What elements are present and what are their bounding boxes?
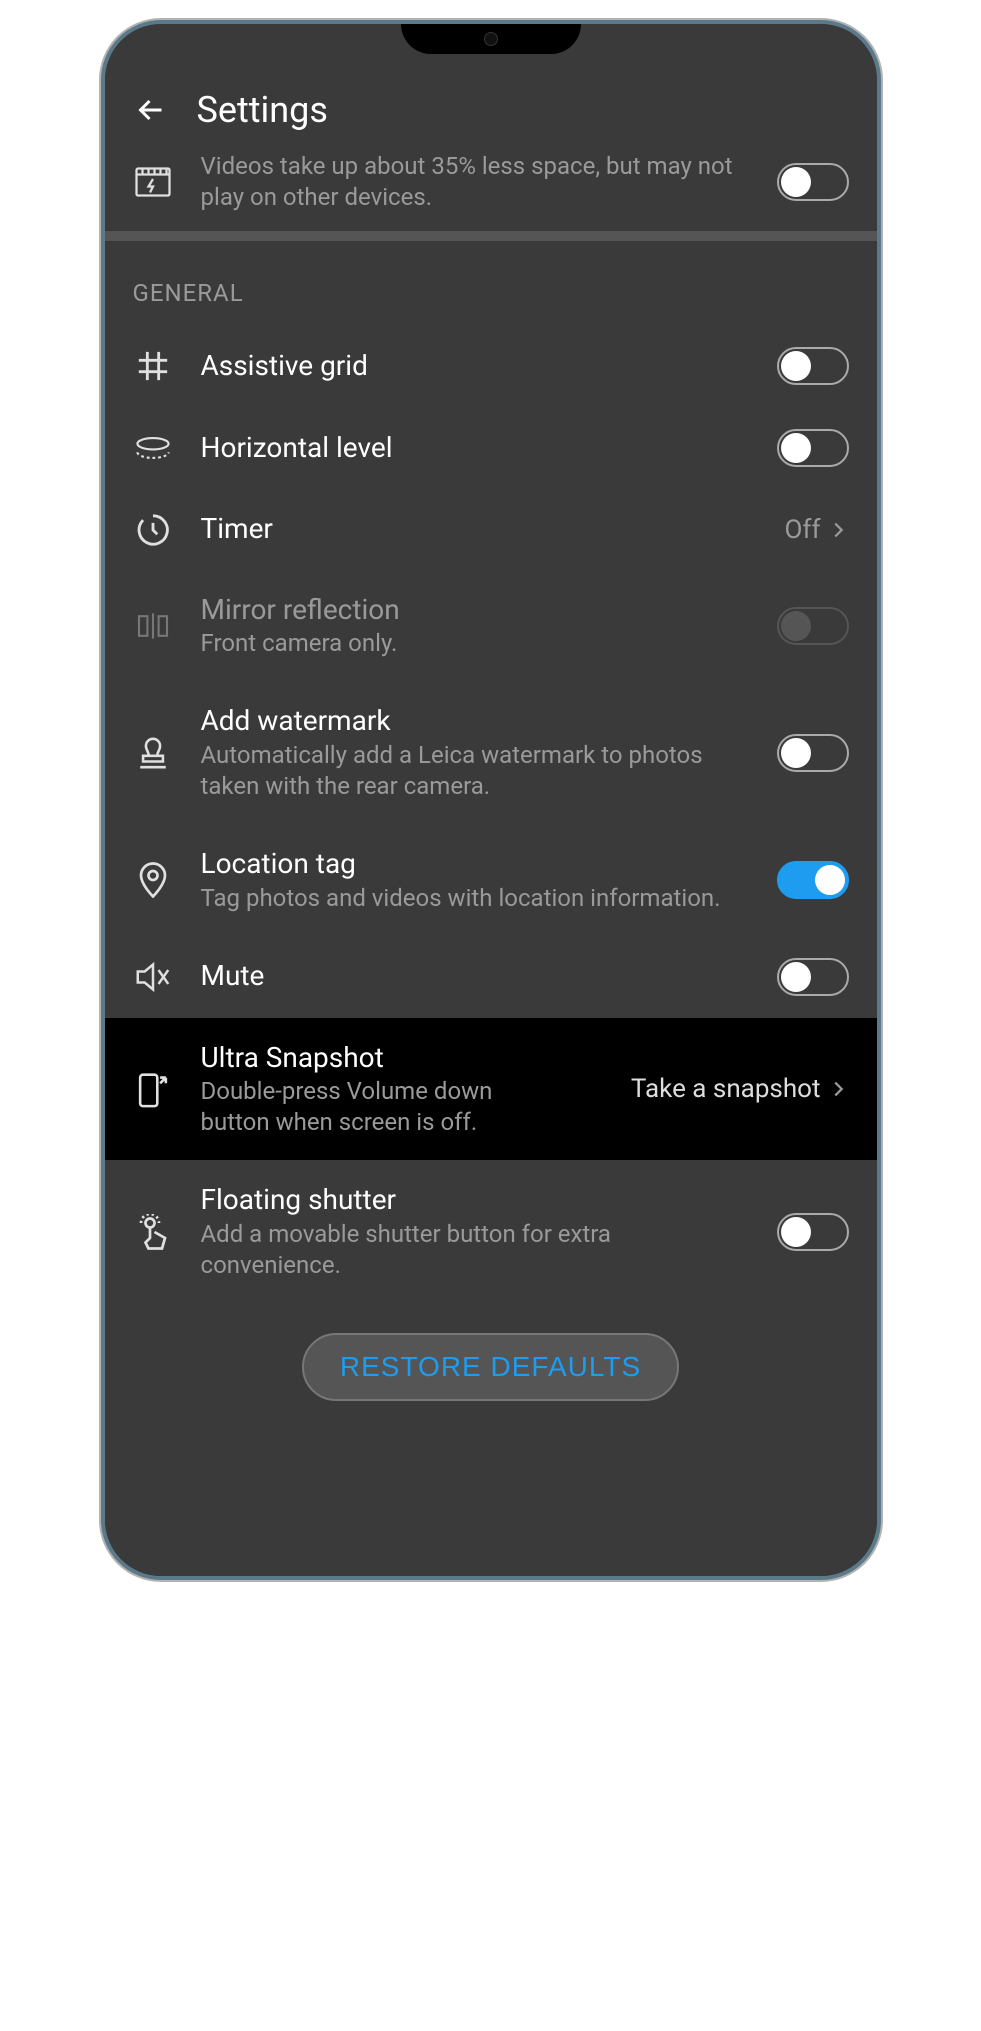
floating-subtitle: Add a movable shutter button for extra c… <box>201 1219 749 1281</box>
mirror-label: Mirror reflection <box>201 592 749 628</box>
mirror-icon <box>136 612 170 640</box>
mute-item[interactable]: Mute <box>105 936 877 1018</box>
assistive-grid-label: Assistive grid <box>201 348 749 384</box>
video-compression-toggle[interactable] <box>777 163 849 201</box>
floating-shutter-item[interactable]: Floating shutter Add a movable shutter b… <box>105 1160 877 1303</box>
ultra-label: Ultra Snapshot <box>201 1040 603 1076</box>
location-subtitle: Tag photos and videos with location info… <box>201 883 749 914</box>
horizontal-level-icon <box>136 436 170 460</box>
grid-icon <box>136 349 170 383</box>
ultra-snapshot-item[interactable]: Ultra Snapshot Double-press Volume down … <box>105 1018 877 1161</box>
timer-icon <box>136 513 170 547</box>
timer-value: Off <box>785 515 821 545</box>
notch <box>401 24 581 54</box>
watermark-label: Add watermark <box>201 703 749 739</box>
video-compression-subtitle: Videos take up about 35% less space, but… <box>201 151 749 213</box>
mirror-toggle <box>777 607 849 645</box>
assistive-grid-item[interactable]: Assistive grid <box>105 325 877 407</box>
watermark-toggle[interactable] <box>777 734 849 772</box>
floating-label: Floating shutter <box>201 1182 749 1218</box>
timer-item[interactable]: Timer Off <box>105 489 877 569</box>
floating-toggle[interactable] <box>777 1213 849 1251</box>
stamp-icon <box>136 736 170 770</box>
chevron-right-icon <box>827 519 849 541</box>
section-divider <box>105 231 877 241</box>
location-pin-icon <box>138 862 168 898</box>
ultra-value: Take a snapshot <box>631 1074 821 1104</box>
touch-icon <box>135 1214 171 1250</box>
location-tag-item[interactable]: Location tag Tag photos and videos with … <box>105 824 877 936</box>
snapshot-icon <box>136 1069 170 1109</box>
horizontal-level-label: Horizontal level <box>201 430 749 466</box>
assistive-grid-toggle[interactable] <box>777 347 849 385</box>
front-camera-dot <box>484 32 498 46</box>
horizontal-level-item[interactable]: Horizontal level <box>105 407 877 489</box>
ultra-subtitle: Double-press Volume down button when scr… <box>201 1076 531 1138</box>
mirror-reflection-item: Mirror reflection Front camera only. <box>105 570 877 682</box>
watermark-item[interactable]: Add watermark Automatically add a Leica … <box>105 681 877 824</box>
mute-icon <box>135 960 171 994</box>
timer-label: Timer <box>201 511 757 547</box>
back-arrow-icon[interactable] <box>133 92 169 128</box>
section-label-general: GENERAL <box>105 241 877 325</box>
location-label: Location tag <box>201 846 749 882</box>
header: Settings <box>105 79 877 151</box>
phone-frame: Settings Videos take up about 35% less s… <box>101 20 881 1580</box>
video-compression-item: Videos take up about 35% less space, but… <box>105 151 877 231</box>
screen: Settings Videos take up about 35% less s… <box>105 24 877 1576</box>
restore-defaults-button[interactable]: RESTORE DEFAULTS <box>302 1333 679 1401</box>
video-compression-icon <box>135 167 171 197</box>
watermark-subtitle: Automatically add a Leica watermark to p… <box>201 740 749 802</box>
mute-label: Mute <box>201 958 749 994</box>
chevron-right-icon <box>827 1078 849 1100</box>
mute-toggle[interactable] <box>777 958 849 996</box>
location-toggle[interactable] <box>777 861 849 899</box>
page-title: Settings <box>197 89 328 131</box>
mirror-subtitle: Front camera only. <box>201 628 749 659</box>
horizontal-level-toggle[interactable] <box>777 429 849 467</box>
